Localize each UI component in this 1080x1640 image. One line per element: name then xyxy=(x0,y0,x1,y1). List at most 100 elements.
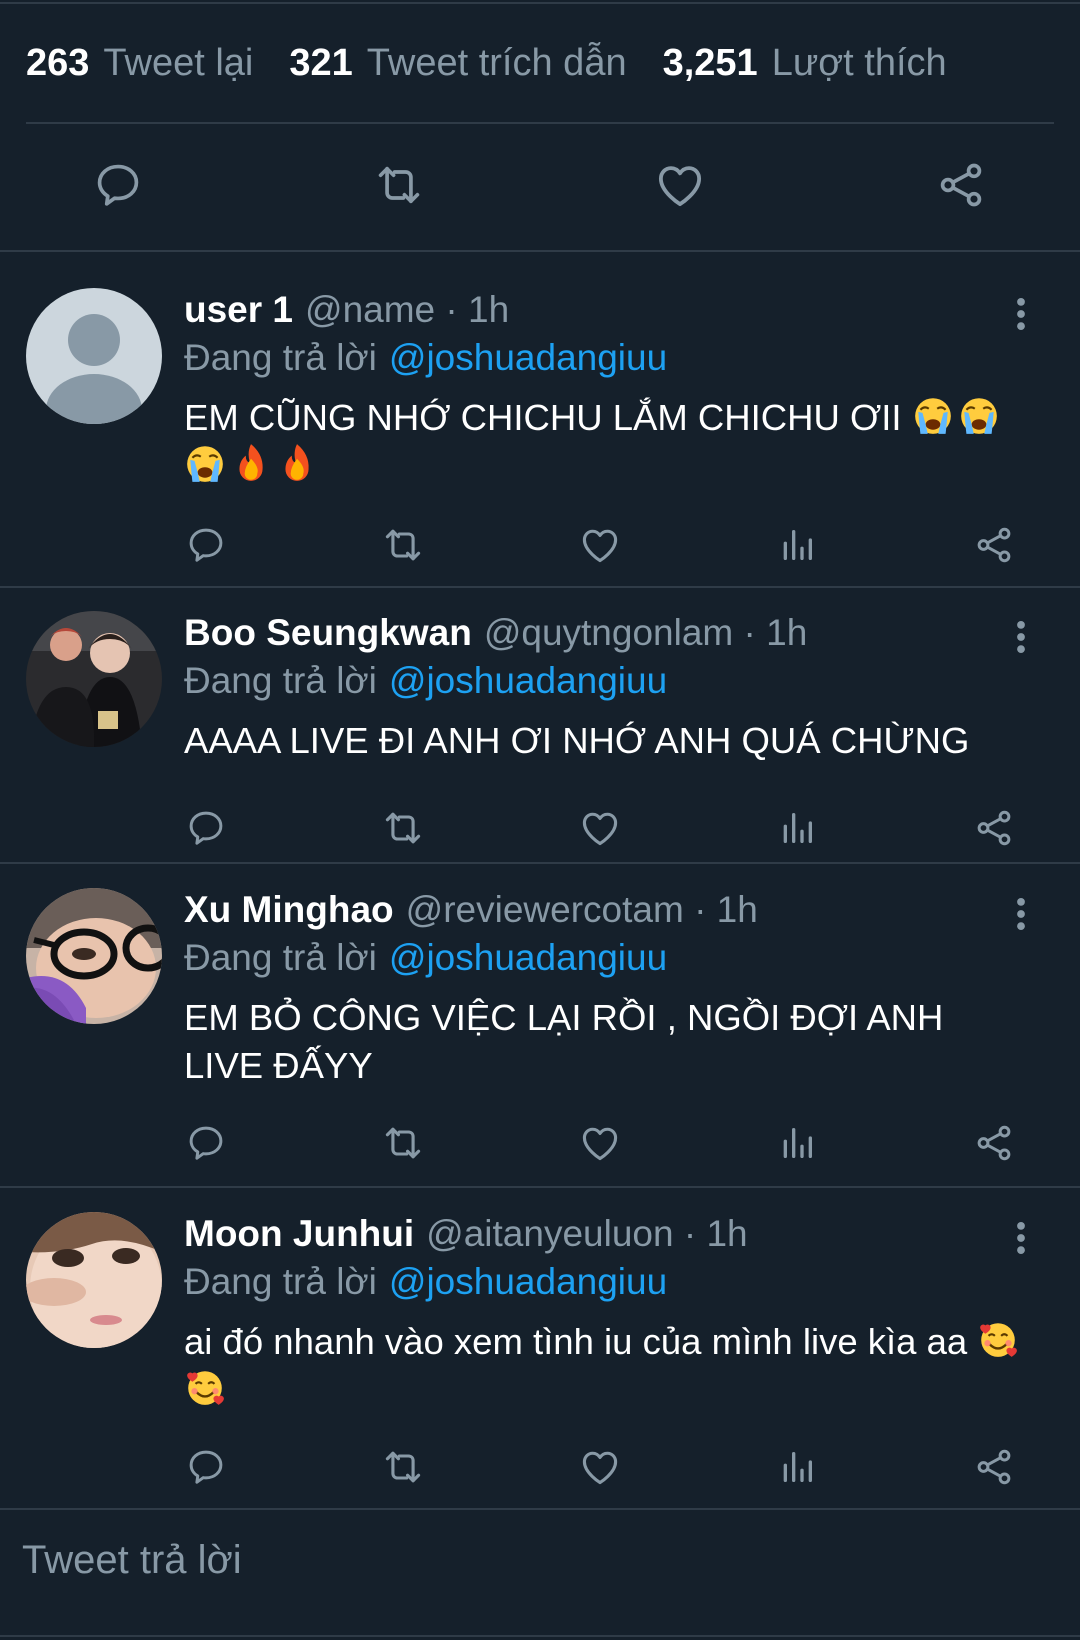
retweet-icon xyxy=(381,806,425,850)
actions-divider xyxy=(0,250,1080,252)
more-options-button[interactable] xyxy=(1006,617,1036,657)
reply-divider xyxy=(0,862,1080,864)
like-button[interactable] xyxy=(575,1442,625,1492)
analytics-button[interactable] xyxy=(772,520,822,570)
avatar[interactable] xyxy=(26,288,162,424)
reply-divider xyxy=(0,1186,1080,1188)
reply-button[interactable] xyxy=(181,1442,231,1492)
loudly-crying-face-emoji xyxy=(184,442,226,484)
retweet-icon xyxy=(381,1445,425,1489)
handle-time: @name · 1h xyxy=(305,289,510,330)
display-name[interactable]: Boo Seungkwan xyxy=(184,612,472,654)
share-button[interactable] xyxy=(969,1442,1019,1492)
analytics-button[interactable] xyxy=(772,1442,822,1492)
more-vertical-icon xyxy=(1016,897,1026,931)
avatar[interactable] xyxy=(26,611,162,747)
retweet-icon xyxy=(381,523,425,567)
tweet-stats: 263 Tweet lại 321 Tweet trích dẫn 3,251 … xyxy=(26,38,983,88)
loudly-crying-face-emoji xyxy=(958,394,1000,436)
fire-emoji xyxy=(276,442,318,484)
replying-to-label: Đang trả lời xyxy=(184,937,377,978)
heart-icon xyxy=(653,158,707,212)
share-icon xyxy=(973,1122,1015,1164)
stats-divider xyxy=(26,122,1054,124)
retweets-stat[interactable]: 263 Tweet lại xyxy=(26,42,253,85)
retweet-button[interactable] xyxy=(378,1442,428,1492)
heart-icon xyxy=(578,806,622,850)
display-name[interactable]: Moon Junhui xyxy=(184,1213,414,1255)
analytics-icon xyxy=(777,525,817,565)
more-options-button[interactable] xyxy=(1006,894,1036,934)
reply-icon xyxy=(185,807,227,849)
reply-divider xyxy=(0,586,1080,588)
likes-stat[interactable]: 3,251 Lượt thích xyxy=(663,42,947,85)
handle-time: @aitanyeuluon · 1h xyxy=(426,1213,748,1254)
top-divider xyxy=(0,2,1080,4)
more-options-button[interactable] xyxy=(1006,294,1036,334)
reply-button[interactable] xyxy=(83,150,153,220)
reply-icon xyxy=(185,1446,227,1488)
reply-text: EM BỎ CÔNG VIỆC LẠI RỒI , NGỒI ĐỢI ANH L… xyxy=(184,997,944,1086)
like-button[interactable] xyxy=(575,803,625,853)
avatar[interactable] xyxy=(26,888,162,1024)
loudly-crying-face-emoji xyxy=(912,394,954,436)
tweet-actions-bar xyxy=(0,150,1080,220)
share-button[interactable] xyxy=(969,520,1019,570)
tweet-detail-page: 263 Tweet lại 321 Tweet trích dẫn 3,251 … xyxy=(0,0,1080,1640)
share-icon xyxy=(935,159,987,211)
analytics-icon xyxy=(777,1447,817,1487)
reply-actions xyxy=(0,1442,1080,1492)
more-vertical-icon xyxy=(1016,297,1026,331)
analytics-button[interactable] xyxy=(772,803,822,853)
heart-icon xyxy=(578,1445,622,1489)
retweet-button[interactable] xyxy=(378,520,428,570)
reply-button[interactable] xyxy=(181,520,231,570)
share-icon xyxy=(973,1446,1015,1488)
like-button[interactable] xyxy=(575,520,625,570)
more-vertical-icon xyxy=(1016,620,1026,654)
share-button[interactable] xyxy=(969,803,1019,853)
analytics-icon xyxy=(777,1123,817,1163)
reply-icon xyxy=(92,159,144,211)
reply-button[interactable] xyxy=(181,803,231,853)
mention-link[interactable]: @joshuadangiuu xyxy=(389,337,667,379)
mention-link[interactable]: @joshuadangiuu xyxy=(389,1261,667,1303)
smiling-face-with-hearts-emoji xyxy=(184,1366,226,1408)
share-icon xyxy=(973,807,1015,849)
quotes-stat[interactable]: 321 Tweet trích dẫn xyxy=(289,42,626,85)
replying-to-label: Đang trả lời xyxy=(184,660,377,701)
reply-icon xyxy=(185,1122,227,1164)
display-name[interactable]: Xu Minghao xyxy=(184,889,394,931)
retweet-button[interactable] xyxy=(378,803,428,853)
quotes-label: Tweet trích dẫn xyxy=(366,41,627,84)
mention-link[interactable]: @joshuadangiuu xyxy=(389,937,667,979)
quotes-count: 321 xyxy=(289,41,353,84)
like-button[interactable] xyxy=(575,1118,625,1168)
heart-icon xyxy=(578,523,622,567)
likes-count: 3,251 xyxy=(662,41,758,84)
reply-text: AAAA LIVE ĐI ANH ƠI NHỚ ANH QUÁ CHỪNG xyxy=(184,720,970,761)
retweet-icon xyxy=(381,1121,425,1165)
smiling-face-with-hearts-emoji xyxy=(977,1318,1019,1360)
avatar[interactable] xyxy=(26,1212,162,1348)
reply-text: ai đó nhanh vào xem tình iu của mình liv… xyxy=(184,1318,1044,1414)
reply-button[interactable] xyxy=(181,1118,231,1168)
likes-label: Lượt thích xyxy=(771,41,947,84)
analytics-button[interactable] xyxy=(772,1118,822,1168)
share-button[interactable] xyxy=(969,1118,1019,1168)
retweet-button[interactable] xyxy=(378,1118,428,1168)
share-button[interactable] xyxy=(926,150,996,220)
replying-to-label: Đang trả lời xyxy=(184,337,377,378)
composer-underline xyxy=(0,1635,1080,1637)
display-name[interactable]: user 1 xyxy=(184,289,293,331)
more-options-button[interactable] xyxy=(1006,1218,1036,1258)
retweet-button[interactable] xyxy=(364,150,434,220)
reply-input[interactable]: Tweet trả lời xyxy=(22,1538,242,1583)
more-vertical-icon xyxy=(1016,1221,1026,1255)
like-button[interactable] xyxy=(645,150,715,220)
reply-actions xyxy=(0,803,1080,853)
reply-composer[interactable]: Tweet trả lời xyxy=(0,1508,1080,1638)
reply-icon xyxy=(185,524,227,566)
mention-link[interactable]: @joshuadangiuu xyxy=(389,660,667,702)
reply-actions xyxy=(0,1118,1080,1168)
